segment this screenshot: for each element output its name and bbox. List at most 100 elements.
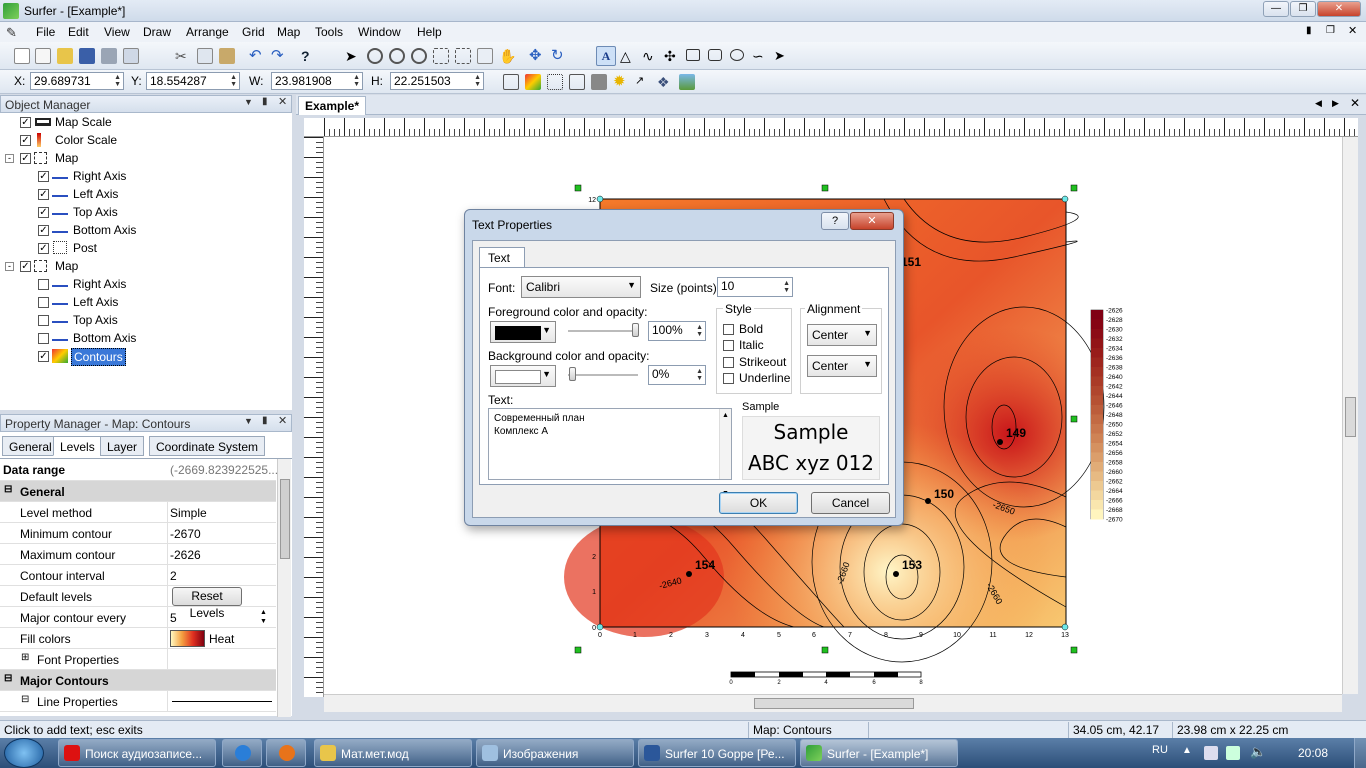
show-desktop-button[interactable]: [1354, 738, 1366, 768]
x-spin-icon[interactable]: ▲ ▼: [114, 74, 121, 88]
zoom-out-icon[interactable]: [389, 48, 405, 64]
major-contour-every-row[interactable]: Major contour every 5 ▲ ▼: [0, 607, 276, 628]
tab-general[interactable]: General: [2, 436, 59, 456]
slider-thumb[interactable]: [569, 367, 576, 381]
base-map-icon[interactable]: [503, 74, 519, 90]
expand-icon[interactable]: ⊞: [21, 652, 29, 663]
menu-window[interactable]: Window: [358, 25, 401, 39]
reset-levels-button[interactable]: Reset Levels: [172, 587, 242, 620]
maximize-button[interactable]: ❐: [1290, 1, 1316, 17]
new-worksheet-icon[interactable]: [35, 48, 51, 64]
checkbox-map1-left-axis[interactable]: ✓: [38, 189, 49, 200]
x-field[interactable]: 29.689731 ▲ ▼: [30, 72, 124, 90]
maximum-contour-row[interactable]: Maximum contour -2626: [0, 544, 276, 565]
checkbox-map2-bottom-axis[interactable]: [38, 333, 49, 344]
tray-device-icon[interactable]: [1204, 746, 1218, 760]
collapse-icon[interactable]: ⊟: [4, 484, 12, 495]
font-dropdown[interactable]: Calibri ▼: [521, 276, 641, 298]
spline-tool-icon[interactable]: ∽: [752, 48, 768, 64]
tree-item-map1[interactable]: Map: [55, 151, 78, 165]
minimize-button[interactable]: —: [1263, 1, 1289, 17]
prop-value[interactable]: 2: [170, 569, 177, 583]
slider-thumb[interactable]: [632, 323, 639, 337]
tray-network-icon[interactable]: [1226, 746, 1240, 760]
foreground-opacity-field[interactable]: 100% ▲ ▼: [648, 321, 706, 341]
tree-item-map2-left-axis[interactable]: Left Axis: [73, 295, 118, 309]
menu-file[interactable]: File: [36, 25, 55, 39]
foreground-color-dropdown[interactable]: ▼: [490, 321, 556, 343]
tab-coordinate-system[interactable]: Coordinate System: [149, 436, 266, 456]
tree-item-contours[interactable]: Contours: [71, 348, 126, 366]
heat-colormap-swatch[interactable]: [170, 630, 205, 647]
tree-item-post[interactable]: Post: [73, 241, 97, 255]
redo-icon[interactable]: ↷: [271, 48, 287, 64]
paste-icon[interactable]: [219, 48, 235, 64]
h-field[interactable]: 22.251503 ▲ ▼: [390, 72, 484, 90]
pan-hand-icon[interactable]: ✋: [499, 48, 516, 64]
strikeout-checkbox[interactable]: [723, 357, 734, 368]
tray-volume-icon[interactable]: 🔈: [1250, 744, 1266, 760]
contour-map-icon[interactable]: [525, 74, 541, 90]
reshape-tool-icon[interactable]: ➤: [774, 48, 790, 64]
contour-interval-row[interactable]: Contour interval 2: [0, 565, 276, 586]
mdi-minimize-icon[interactable]: ▮: [1306, 25, 1312, 36]
3d-surface-icon[interactable]: [679, 74, 695, 90]
panel-dropdown-icon[interactable]: ▼: [244, 416, 253, 426]
checkbox-map2-top-axis[interactable]: [38, 315, 49, 326]
canvas-vertical-scrollbar[interactable]: [1342, 137, 1358, 694]
classed-post-icon[interactable]: [569, 74, 585, 90]
checkbox-map2-left-axis[interactable]: [38, 297, 49, 308]
collapse-map1-icon[interactable]: -: [5, 154, 14, 163]
panel-pin-icon[interactable]: ▮: [262, 415, 268, 426]
checkbox-map1-right-axis[interactable]: ✓: [38, 171, 49, 182]
tree-item-map2-right-axis[interactable]: Right Axis: [73, 277, 126, 291]
prop-value[interactable]: Simple: [170, 506, 207, 520]
tab-layer[interactable]: Layer: [100, 436, 145, 456]
vector-map-icon[interactable]: ↗: [635, 74, 651, 90]
print-icon[interactable]: [101, 48, 117, 64]
property-scrollbar[interactable]: [277, 459, 291, 717]
move-icon[interactable]: ✥: [529, 48, 545, 64]
taskbar-word[interactable]: Surfer 10 Goppe [Ре...: [638, 739, 796, 767]
tree-item-map1-left-axis[interactable]: Left Axis: [73, 187, 118, 201]
panel-dropdown-icon[interactable]: ▼: [244, 97, 253, 107]
level-method-row[interactable]: Level method Simple: [0, 502, 276, 523]
menu-edit[interactable]: Edit: [68, 25, 89, 39]
scrollbar-thumb[interactable]: [754, 698, 914, 709]
mdi-close-icon[interactable]: ✕: [1348, 24, 1357, 37]
background-color-dropdown[interactable]: ▼: [490, 365, 556, 387]
minimum-contour-row[interactable]: Minimum contour -2670: [0, 523, 276, 544]
tree-item-map1-right-axis[interactable]: Right Axis: [73, 169, 126, 183]
tree-item-map-scale[interactable]: Map Scale: [55, 115, 112, 129]
post-map-icon[interactable]: [547, 74, 563, 90]
undo-icon[interactable]: ↶: [249, 48, 265, 64]
spin-icon[interactable]: ▲ ▼: [783, 280, 790, 294]
select-arrow-icon[interactable]: ➤: [345, 48, 361, 64]
tab-example[interactable]: Example*: [298, 96, 367, 115]
checkbox-map1-top-axis[interactable]: ✓: [38, 207, 49, 218]
prop-value[interactable]: -2626: [170, 548, 201, 562]
fill-colors-row[interactable]: Fill colors Heat: [0, 628, 276, 649]
text-tool-icon[interactable]: A: [596, 46, 616, 66]
new-icon[interactable]: [14, 48, 30, 64]
tree-item-map2[interactable]: Map: [55, 259, 78, 273]
rotate-icon[interactable]: ↻: [551, 48, 567, 64]
checkbox-map2-right-axis[interactable]: [38, 279, 49, 290]
text-input-area[interactable]: Современный план Комплекс А ▲▼: [488, 408, 732, 497]
canvas-horizontal-scrollbar[interactable]: [324, 694, 1342, 712]
w-spin-icon[interactable]: ▲ ▼: [353, 74, 360, 88]
menu-arrange[interactable]: Arrange: [186, 25, 229, 39]
checkbox-map1-bottom-axis[interactable]: ✓: [38, 225, 49, 236]
zoom-fit-icon[interactable]: [455, 48, 471, 64]
taskbar-opera[interactable]: Поиск аудиозаписе...: [58, 739, 216, 767]
tree-item-color-scale[interactable]: Color Scale: [55, 133, 117, 147]
checkbox-map-scale[interactable]: ✓: [20, 117, 31, 128]
3d-wireframe-icon[interactable]: ❖: [657, 74, 673, 90]
panel-close-icon[interactable]: ✕: [278, 95, 287, 108]
menu-map[interactable]: Map: [277, 25, 300, 39]
menu-draw[interactable]: Draw: [143, 25, 171, 39]
background-opacity-slider[interactable]: [568, 374, 638, 376]
text-scrollbar[interactable]: ▲▼: [719, 409, 731, 497]
scrollbar-thumb[interactable]: [1345, 397, 1356, 437]
w-field[interactable]: 23.981908 ▲ ▼: [271, 72, 363, 90]
